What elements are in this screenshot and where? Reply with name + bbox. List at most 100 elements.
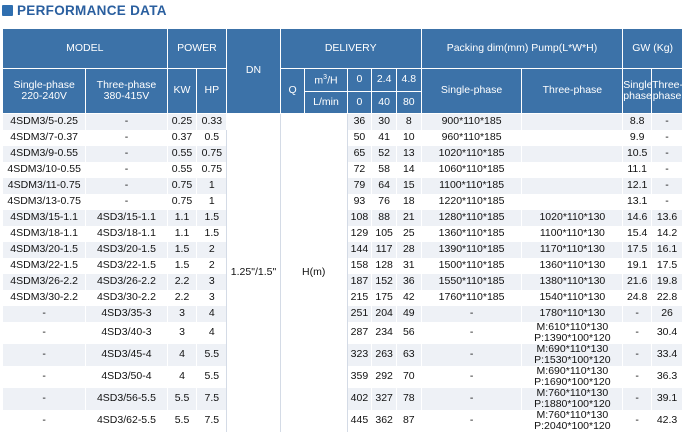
- kw-cell: 1.5: [166, 257, 198, 274]
- dn-header: DN: [226, 28, 281, 114]
- head-cell: 56: [395, 321, 422, 344]
- single-phase-model-cell: 4SDM3/26-2.2: [1, 273, 87, 290]
- three-phase-model-cell: 4SD3/22-1.5: [85, 257, 168, 274]
- dn-value-cell: 1.25"/1.5": [226, 113, 281, 432]
- hp-cell: 5.5: [196, 365, 228, 388]
- hp-cell: 7.5: [196, 409, 228, 432]
- head-cell: 128: [371, 257, 397, 274]
- three-phase-model-cell: 4SD3/40-3: [85, 321, 168, 344]
- pack-single-cell: -: [420, 321, 523, 344]
- pack-three-cell: M:610*110*130 P:1390*100*120: [521, 321, 624, 344]
- pack-three-cell: 1100*110*130: [521, 225, 624, 242]
- three-phase-model-cell: 4SD3/20-1.5: [85, 241, 168, 258]
- pack-single-cell: -: [420, 305, 523, 322]
- head-cell: 87: [395, 409, 422, 432]
- hp-cell: 4: [196, 305, 228, 322]
- gw-three-cell: 30.4: [651, 321, 683, 344]
- three-phase-pack-header: Three-phase: [521, 68, 624, 114]
- head-cell: 263: [371, 343, 397, 366]
- head-cell: 52: [371, 145, 397, 162]
- pack-three-motor-dim: M:760*110*130: [536, 387, 609, 399]
- pack-single-cell: -: [420, 343, 523, 366]
- gw-single-cell: 24.8: [622, 289, 653, 306]
- head-cell: 152: [371, 273, 397, 290]
- head-cell: 28: [395, 241, 422, 258]
- single-phase-model-cell: 4SDM3/10-0.55: [1, 161, 87, 178]
- head-cell: 323: [346, 343, 373, 366]
- page-title-text: PERFORMANCE DATA: [17, 2, 167, 18]
- three-phase-model-cell: 4SD3/15-1.1: [85, 209, 168, 226]
- kw-cell: 0.55: [166, 145, 198, 162]
- head-cell: 362: [371, 409, 397, 432]
- q-m3h-0: 0: [346, 68, 373, 92]
- gw-single-cell: 10.5: [622, 145, 653, 162]
- head-cell: 402: [346, 387, 373, 410]
- head-cell: 25: [395, 225, 422, 242]
- gw-single-cell: -: [622, 387, 653, 410]
- hp-cell: 0.5: [196, 129, 228, 146]
- pack-three-pump-dim: P:1690*100*120: [534, 375, 611, 388]
- head-cell: 36: [346, 113, 373, 130]
- kw-cell: 3: [166, 305, 198, 322]
- head-cell: 292: [371, 365, 397, 388]
- pack-single-cell: 1760*110*185: [420, 289, 523, 306]
- pack-single-cell: 1280*110*185: [420, 209, 523, 226]
- three-phase-model-cell: 4SD3/26-2.2: [85, 273, 168, 290]
- gw-single-cell: 9.9: [622, 129, 653, 146]
- gw-three-cell: 36.3: [651, 365, 683, 388]
- pack-three-pump-dim: P:1390*100*120: [534, 331, 611, 344]
- head-cell: 76: [371, 193, 397, 210]
- hp-cell: 0.75: [196, 145, 228, 162]
- single-phase-model-cell: 4SDM3/30-2.2: [1, 289, 87, 306]
- three-phase-model-cell: 4SD3/35-3: [85, 305, 168, 322]
- pack-three-pump-dim: P:1880*100*120: [534, 397, 611, 410]
- pack-three-cell: [521, 129, 624, 146]
- delivery-header: DELIVERY: [279, 28, 422, 69]
- gw-three-cell: 42.3: [651, 409, 683, 432]
- hp-cell: 3: [196, 289, 228, 306]
- pack-three-cell: M:760*110*130 P:1880*100*120: [521, 387, 624, 410]
- three-phase-model-header: Three-phase 380-415V: [85, 68, 168, 114]
- gw-three-cell: 39.1: [651, 387, 683, 410]
- head-cell: 15: [395, 177, 422, 194]
- single-phase-model-cell: -: [1, 387, 87, 410]
- pack-single-cell: 900*110*185: [420, 113, 523, 130]
- q-lmin-0: 0: [346, 91, 373, 114]
- three-phase-model-cell: 4SD3/62-5.5: [85, 409, 168, 432]
- gw-single-cell: 12.1: [622, 177, 653, 194]
- kw-cell: 0.75: [166, 193, 198, 210]
- three-phase-model-cell: -: [85, 129, 168, 146]
- hp-cell: 7.5: [196, 387, 228, 410]
- hp-cell: 1: [196, 177, 228, 194]
- pack-three-pump-dim: P:1530*100*120: [534, 353, 611, 366]
- head-cell: 234: [371, 321, 397, 344]
- pack-three-motor-dim: M:690*110*130: [536, 365, 609, 377]
- gw-three-cell: 33.4: [651, 343, 683, 366]
- hp-cell: 0.75: [196, 161, 228, 178]
- hp-cell: 0.33: [196, 113, 228, 130]
- gw-single-cell: -: [622, 409, 653, 432]
- head-cell: 10: [395, 129, 422, 146]
- hp-header: HP: [196, 68, 228, 114]
- single-phase-model-header: Single-phase 220-240V: [1, 68, 87, 114]
- kw-header: KW: [166, 68, 198, 114]
- head-cell: 215: [346, 289, 373, 306]
- head-cell: 327: [371, 387, 397, 410]
- three-phase-model-cell: -: [85, 161, 168, 178]
- head-cell: 64: [371, 177, 397, 194]
- gw-single-cell: -: [622, 365, 653, 388]
- pack-three-cell: 1380*110*130: [521, 273, 624, 290]
- q-lmin-2: 80: [395, 91, 422, 114]
- head-cell: 8: [395, 113, 422, 130]
- head-cell: 42: [395, 289, 422, 306]
- gw-header: GW (Kg): [622, 28, 683, 69]
- single-phase-model-cell: 4SDM3/22-1.5: [1, 257, 87, 274]
- pack-three-cell: [521, 145, 624, 162]
- head-cell: 72: [346, 161, 373, 178]
- head-cell: 14: [395, 161, 422, 178]
- pack-single-cell: 1360*110*185: [420, 225, 523, 242]
- single-phase-model-cell: 4SDM3/5-0.25: [1, 113, 87, 130]
- head-cell: 58: [371, 161, 397, 178]
- head-cell: 187: [346, 273, 373, 290]
- three-phase-model-cell: 4SD3/30-2.2: [85, 289, 168, 306]
